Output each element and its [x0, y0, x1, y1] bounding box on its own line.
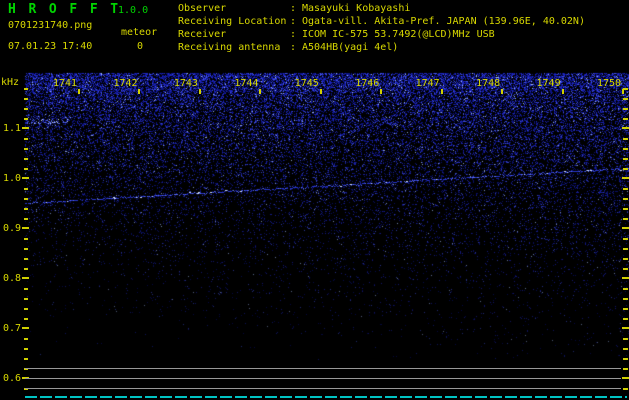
- freq-major-tick-left: [22, 127, 29, 129]
- freq-minor-tick-left: [24, 238, 28, 240]
- freq-minor-tick-left: [24, 308, 28, 310]
- freq-tick-label: 0.7: [2, 323, 21, 334]
- freq-minor-tick-left: [24, 338, 28, 340]
- time-tick-label: 1749: [536, 78, 561, 89]
- freq-minor-tick-right: [623, 338, 628, 340]
- freq-minor-tick-right: [623, 288, 628, 290]
- freq-tick-label: 0.9: [2, 223, 21, 234]
- freq-minor-tick-left: [24, 218, 28, 220]
- freq-minor-tick-right: [623, 138, 628, 140]
- time-tick: [259, 89, 261, 94]
- freq-minor-tick-right: [623, 268, 628, 270]
- khz-axis-label: kHz: [1, 77, 20, 88]
- time-tick-label: 1742: [113, 78, 138, 89]
- time-tick-label: 1746: [355, 78, 380, 89]
- time-tick-label: 1748: [476, 78, 501, 89]
- time-tick-label: 1745: [294, 78, 319, 89]
- freq-major-tick-right: [622, 127, 629, 129]
- freq-minor-tick-right: [623, 358, 628, 360]
- freq-minor-tick-left: [24, 198, 28, 200]
- freq-minor-tick-right: [623, 318, 628, 320]
- time-tick-label: 1741: [53, 78, 78, 89]
- freq-minor-tick-left: [24, 258, 28, 260]
- freq-major-tick-right: [622, 277, 629, 279]
- freq-minor-tick-right: [623, 308, 628, 310]
- freq-minor-tick-left: [24, 138, 28, 140]
- freq-minor-tick-right: [623, 168, 628, 170]
- freq-tick-label: 0.6: [2, 373, 21, 384]
- freq-minor-tick-left: [24, 158, 28, 160]
- freq-major-tick-right: [622, 377, 629, 379]
- freq-major-tick-left: [22, 177, 29, 179]
- time-tick-label: 1747: [415, 78, 440, 89]
- freq-minor-tick-left: [24, 358, 28, 360]
- freq-minor-tick-left: [24, 108, 28, 110]
- freq-minor-tick-right: [623, 118, 628, 120]
- time-tick-label: 1743: [173, 78, 198, 89]
- freq-major-tick-left: [22, 277, 29, 279]
- time-tick: [320, 89, 322, 94]
- freq-tick-label: 1.0: [2, 173, 21, 184]
- freq-minor-tick-right: [623, 348, 628, 350]
- freq-minor-tick-left: [24, 88, 28, 90]
- freq-minor-tick-right: [623, 198, 628, 200]
- freq-minor-tick-left: [24, 318, 28, 320]
- time-tick: [78, 89, 80, 94]
- time-tick: [562, 89, 564, 94]
- freq-minor-tick-left: [24, 248, 28, 250]
- freq-minor-tick-right: [623, 108, 628, 110]
- freq-major-tick-left: [22, 227, 29, 229]
- freq-minor-tick-right: [623, 258, 628, 260]
- freq-minor-tick-left: [24, 268, 28, 270]
- time-tick-label: 1744: [234, 78, 259, 89]
- freq-major-tick-right: [622, 327, 629, 329]
- reference-line: [25, 368, 621, 369]
- freq-minor-tick-right: [623, 388, 628, 390]
- time-tick: [199, 89, 201, 94]
- time-tick: [380, 89, 382, 94]
- freq-minor-tick-right: [623, 218, 628, 220]
- freq-minor-tick-right: [623, 148, 628, 150]
- hrofft-screen: H R O F F T 1.0.0 0701231740.png meteor …: [0, 0, 629, 400]
- freq-major-tick-left: [22, 327, 29, 329]
- reference-line: [25, 388, 621, 389]
- freq-minor-tick-right: [623, 158, 628, 160]
- freq-tick-label: 1.1: [2, 123, 21, 134]
- freq-minor-tick-left: [24, 148, 28, 150]
- freq-minor-tick-right: [623, 298, 628, 300]
- time-tick: [622, 89, 624, 94]
- freq-minor-tick-left: [24, 288, 28, 290]
- spectrogram: kHz 1.1 1.0 0.9 0.8 0.7 0.6 1741 1742 1743 1744 17…: [0, 0, 629, 400]
- time-tick: [138, 89, 140, 94]
- freq-minor-tick-right: [623, 188, 628, 190]
- freq-minor-tick-left: [24, 348, 28, 350]
- reference-line: [25, 378, 621, 379]
- freq-minor-tick-left: [24, 118, 28, 120]
- freq-major-tick-right: [622, 177, 629, 179]
- freq-tick-label: 0.8: [2, 273, 21, 284]
- time-tick: [501, 89, 503, 94]
- freq-minor-tick-left: [24, 168, 28, 170]
- freq-minor-tick-left: [24, 98, 28, 100]
- freq-minor-tick-right: [623, 368, 628, 370]
- freq-minor-tick-left: [24, 188, 28, 190]
- freq-major-tick-right: [622, 227, 629, 229]
- freq-minor-tick-right: [623, 248, 628, 250]
- freq-minor-tick-right: [623, 208, 628, 210]
- freq-minor-tick-right: [623, 238, 628, 240]
- time-tick: [441, 89, 443, 94]
- freq-minor-tick-left: [24, 208, 28, 210]
- freq-minor-tick-right: [623, 98, 628, 100]
- baseline-dashed-line: [25, 396, 627, 398]
- freq-minor-tick-left: [24, 298, 28, 300]
- spectrogram-canvas: [0, 0, 629, 400]
- time-tick-label: 1750: [596, 78, 622, 89]
